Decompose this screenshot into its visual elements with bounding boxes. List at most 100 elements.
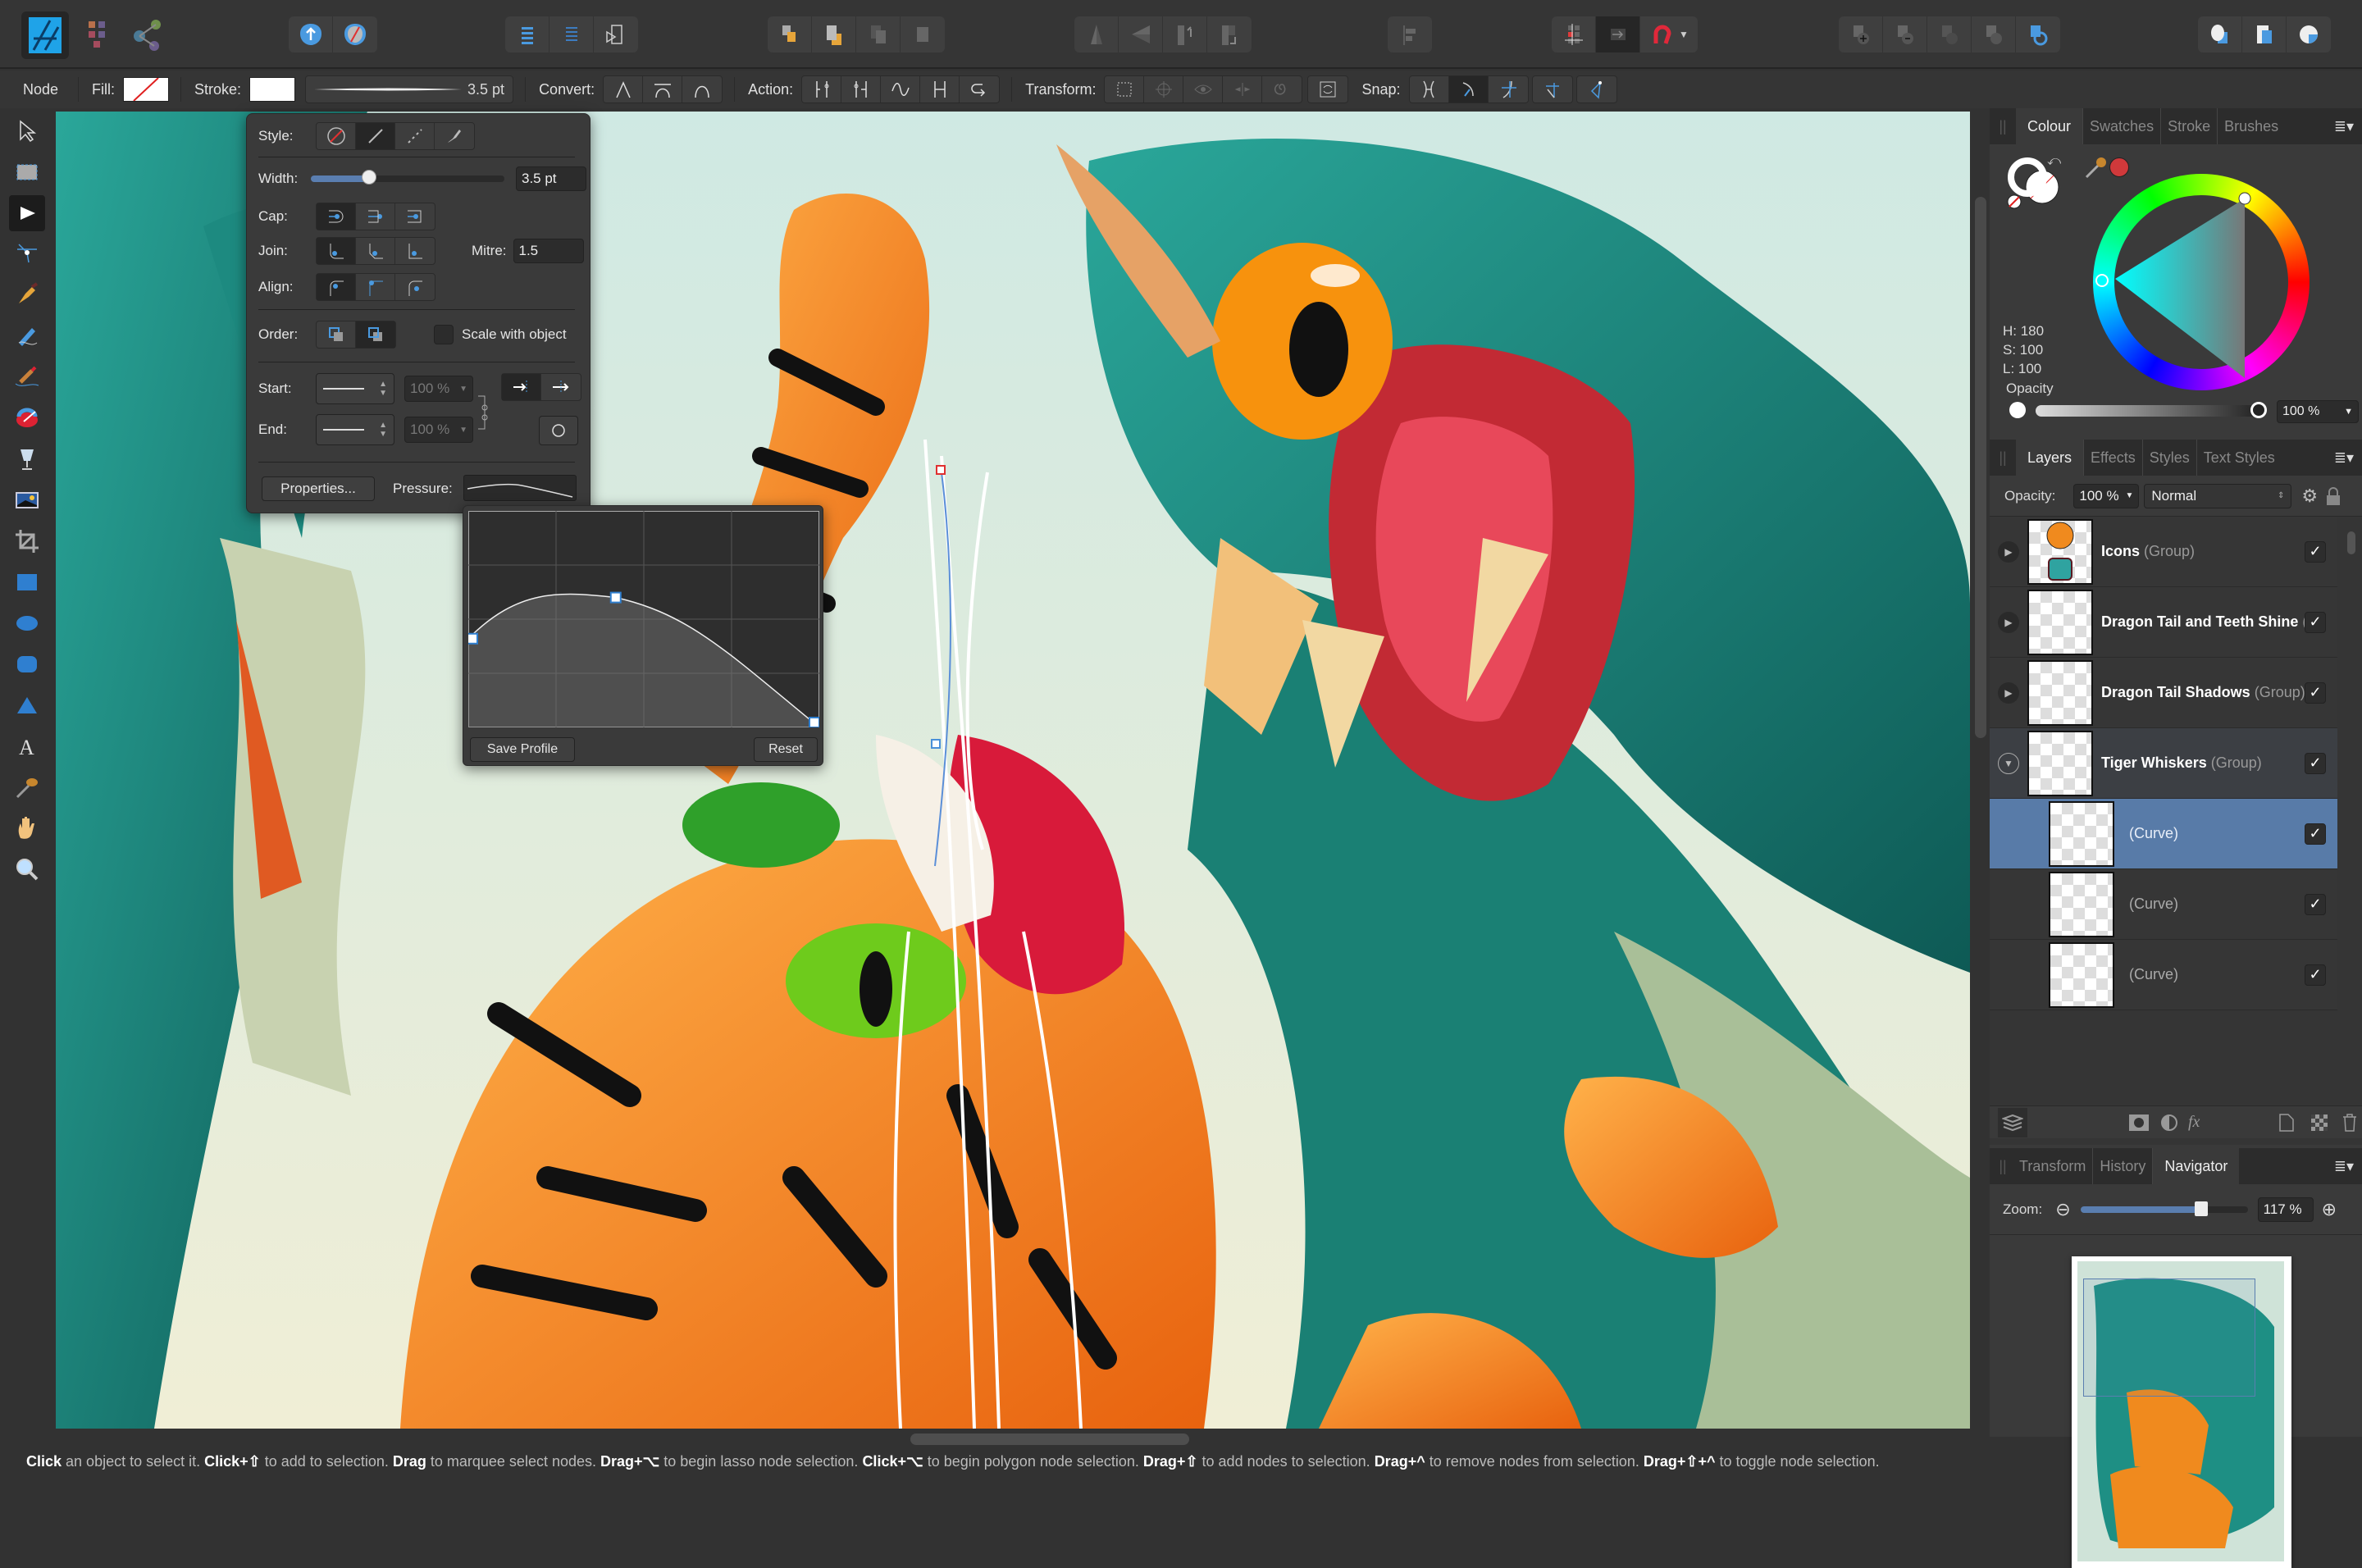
curve-control-point[interactable] bbox=[609, 591, 622, 604]
save-profile-button[interactable]: Save Profile bbox=[470, 737, 575, 762]
artboard-tool-button[interactable] bbox=[9, 154, 45, 190]
layer-visibility-checkbox[interactable]: ✓ bbox=[2305, 540, 2326, 563]
add-button[interactable] bbox=[1839, 16, 1883, 52]
layers-scrollbar[interactable] bbox=[2347, 531, 2355, 554]
panel-menu-icon[interactable]: ≣▾ bbox=[2334, 1158, 2354, 1175]
saturation-triangle[interactable] bbox=[2093, 174, 2310, 390]
node-tool-button[interactable] bbox=[9, 195, 45, 231]
start-arrowhead-select[interactable]: ▲ ▼ bbox=[316, 373, 394, 404]
text-tool-button[interactable]: A bbox=[9, 728, 45, 764]
move-tool-button[interactable] bbox=[9, 113, 45, 149]
round-cap-button[interactable] bbox=[356, 203, 395, 230]
lock-icon[interactable] bbox=[2326, 486, 2341, 505]
subtract-button[interactable] bbox=[1883, 16, 1927, 52]
flip-horizontal-button[interactable] bbox=[1074, 16, 1119, 52]
zoom-slider[interactable] bbox=[2080, 1201, 2248, 1216]
snap-perpendicular-button[interactable] bbox=[1533, 76, 1572, 103]
layers-stack-button[interactable] bbox=[1998, 1107, 2027, 1137]
layer-row[interactable]: (Curve) ✓ bbox=[1990, 869, 2337, 940]
start-scale-field[interactable]: 100 % ▼ bbox=[404, 376, 473, 402]
adjustment-icon[interactable] bbox=[2160, 1114, 2178, 1132]
tab-navigator[interactable]: Navigator bbox=[2153, 1148, 2240, 1184]
move-to-front-button[interactable] bbox=[901, 16, 945, 52]
swap-arrowheads-button[interactable] bbox=[539, 416, 578, 445]
fill-swatch[interactable] bbox=[123, 77, 170, 102]
rectangle-tool-button[interactable] bbox=[9, 564, 45, 600]
show-handles-button[interactable] bbox=[1183, 76, 1224, 103]
panel-grip-icon[interactable]: || bbox=[1990, 108, 2016, 144]
snap-to-nodes-button[interactable] bbox=[1448, 76, 1489, 103]
fx-icon[interactable]: fx bbox=[2188, 1113, 2200, 1132]
layer-visibility-checkbox[interactable]: ✓ bbox=[2305, 964, 2326, 986]
expand-arrow-icon[interactable]: ▶ bbox=[1998, 540, 2019, 563]
align-button[interactable] bbox=[549, 16, 594, 52]
tab-text-styles[interactable]: Text Styles bbox=[2197, 440, 2282, 476]
tab-colour[interactable]: Colour bbox=[2016, 108, 2084, 144]
opacity-slider-thumb[interactable] bbox=[2250, 402, 2267, 418]
zoom-in-icon[interactable]: ⊕ bbox=[2322, 1199, 2337, 1220]
layer-visibility-checkbox[interactable]: ✓ bbox=[2305, 823, 2326, 845]
pen-tool-button[interactable] bbox=[9, 277, 45, 313]
stroke-width-dropdown[interactable]: 3.5 pt bbox=[305, 75, 514, 103]
expand-arrow-icon[interactable]: ▶ bbox=[1998, 681, 2019, 704]
pencil-tool-button[interactable] bbox=[9, 318, 45, 354]
flip-vertical-button[interactable] bbox=[1119, 16, 1163, 52]
rotate-transform-button[interactable] bbox=[1308, 76, 1347, 103]
rotate-right-button[interactable] bbox=[1207, 16, 1252, 52]
arrowhead-inside-button[interactable] bbox=[502, 374, 541, 400]
transform-mode-button[interactable] bbox=[1105, 76, 1145, 103]
layer-row[interactable]: ▶ Dragon Tail Shadows (Group) ✓ bbox=[1990, 658, 2337, 728]
tab-history[interactable]: History bbox=[2093, 1148, 2154, 1184]
layer-row[interactable]: ▼ Tiger Whiskers (Group) ✓ bbox=[1990, 728, 2337, 799]
reset-button[interactable]: Reset bbox=[754, 737, 818, 762]
navigator-viewport-rect[interactable] bbox=[2083, 1279, 2255, 1397]
insert-target-button[interactable] bbox=[594, 16, 638, 52]
spiral-button[interactable] bbox=[1262, 76, 1302, 103]
convert-sharp-button[interactable] bbox=[604, 76, 644, 103]
place-image-button[interactable] bbox=[9, 482, 45, 518]
expand-arrow-icon[interactable]: ▶ bbox=[1998, 611, 2019, 633]
width-slider-thumb[interactable] bbox=[361, 170, 376, 185]
rotate-left-button[interactable] bbox=[1163, 16, 1207, 52]
assistant-button[interactable] bbox=[2242, 16, 2287, 52]
layer-row[interactable]: ▶ Icons (Group) ✓ bbox=[1990, 517, 2337, 587]
gear-icon[interactable]: ⚙ bbox=[2301, 485, 2318, 507]
point-transform-button[interactable] bbox=[9, 236, 45, 272]
bevel-join-button[interactable] bbox=[395, 238, 435, 264]
xor-button[interactable] bbox=[1972, 16, 2016, 52]
layer-row[interactable]: (Curve) ✓ bbox=[1990, 940, 2337, 1010]
blend-mode-select[interactable]: Normal ⇕ bbox=[2144, 483, 2292, 508]
move-forward-button[interactable] bbox=[289, 16, 333, 52]
no-stroke-button[interactable] bbox=[317, 123, 356, 149]
layer-row[interactable]: ▶ Dragon Tail and Teeth Shine (Group)✓ bbox=[1990, 587, 2337, 658]
rounded-rect-button[interactable] bbox=[9, 646, 45, 682]
end-arrowhead-select[interactable]: ▲ ▼ bbox=[316, 414, 394, 445]
snap-tangent-button[interactable] bbox=[1489, 76, 1528, 103]
stroke-swatch[interactable] bbox=[249, 77, 296, 102]
tab-effects[interactable]: Effects bbox=[2084, 440, 2143, 476]
crop-tool-button[interactable] bbox=[9, 523, 45, 559]
join-curves-button[interactable] bbox=[920, 76, 960, 103]
new-layer-icon[interactable] bbox=[2278, 1113, 2295, 1132]
break-curve-button[interactable] bbox=[802, 76, 842, 103]
pixel-persona-button[interactable] bbox=[84, 20, 113, 53]
dashed-line-button[interactable] bbox=[395, 123, 435, 149]
tab-swatches[interactable]: Swatches bbox=[2083, 108, 2162, 144]
mirror-button[interactable] bbox=[1223, 76, 1263, 103]
zoom-field[interactable]: 117 % bbox=[2257, 1197, 2314, 1222]
stroke-behind-button[interactable] bbox=[317, 321, 356, 348]
tab-stroke[interactable]: Stroke bbox=[2161, 108, 2218, 144]
solid-line-button[interactable] bbox=[356, 123, 395, 149]
layer-visibility-checkbox[interactable]: ✓ bbox=[2305, 681, 2326, 704]
distribute-button[interactable] bbox=[505, 16, 549, 52]
opacity-slider[interactable] bbox=[2036, 405, 2260, 417]
panel-grip-icon[interactable]: || bbox=[1990, 440, 2016, 476]
trash-icon[interactable] bbox=[2342, 1113, 2357, 1132]
vector-brush-button[interactable] bbox=[9, 359, 45, 395]
triangle-tool-button[interactable] bbox=[9, 687, 45, 723]
snap-toggle-button[interactable] bbox=[1596, 16, 1640, 52]
view-tool-button[interactable] bbox=[9, 810, 45, 846]
stroke-front-button[interactable] bbox=[356, 321, 395, 348]
transform-origin-button[interactable] bbox=[1144, 76, 1184, 103]
butt-cap-button[interactable] bbox=[317, 203, 356, 230]
